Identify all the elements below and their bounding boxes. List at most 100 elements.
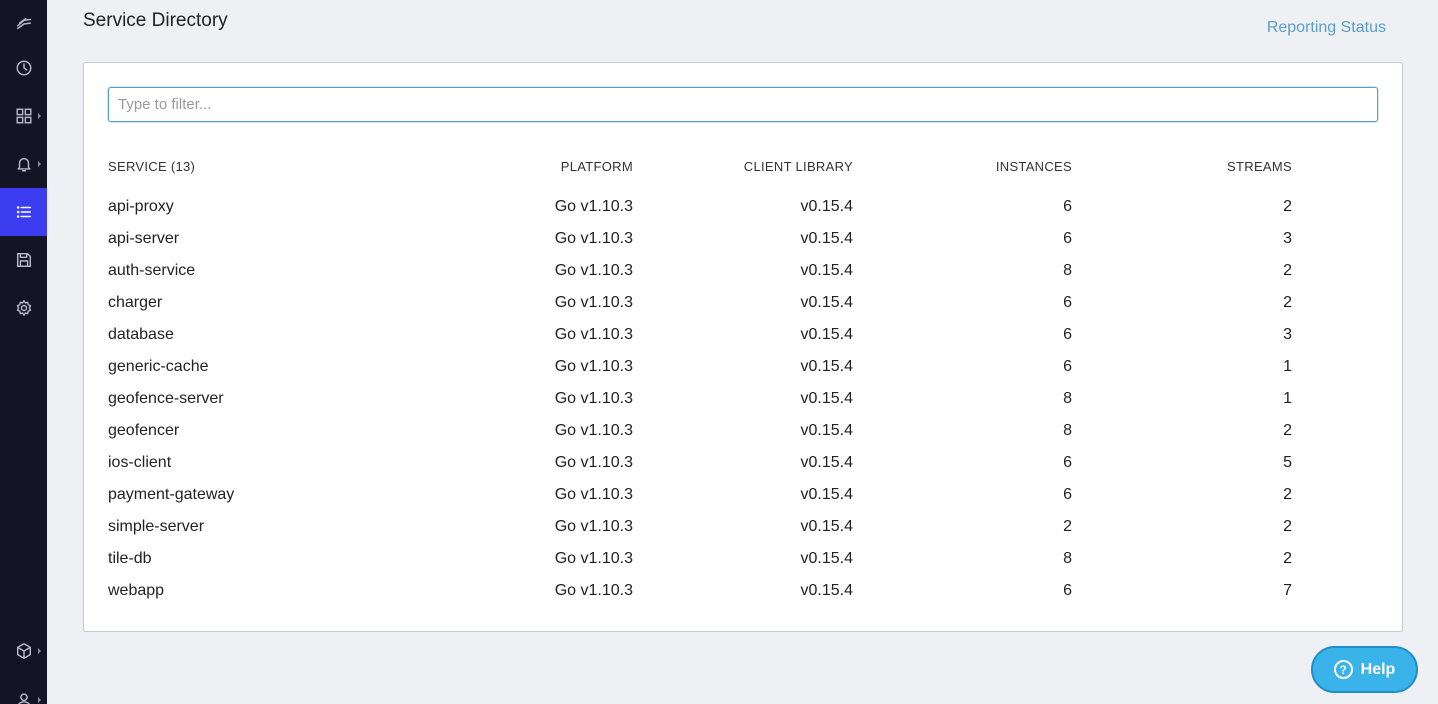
table-row[interactable]: database Go v1.10.3 v0.15.4 6 3 <box>108 319 1294 351</box>
instances-cell: 6 <box>1063 294 1072 311</box>
streams-cell: 5 <box>1283 454 1292 471</box>
platform-cell: Go v1.10.3 <box>554 422 633 439</box>
platform-cell: Go v1.10.3 <box>554 262 633 279</box>
client-library-cell: v0.15.4 <box>800 262 853 279</box>
filter-input[interactable] <box>108 87 1378 122</box>
platform-cell: Go v1.10.3 <box>554 454 633 471</box>
lightstep-logo-icon[interactable] <box>0 0 47 48</box>
platform-cell: Go v1.10.3 <box>554 550 633 567</box>
instances-cell: 6 <box>1063 582 1072 599</box>
client-library-cell: v0.15.4 <box>800 326 853 343</box>
platform-cell: Go v1.10.3 <box>554 326 633 343</box>
service-name-cell[interactable]: simple-server <box>108 511 408 543</box>
bell-icon[interactable] <box>0 140 47 188</box>
platform-cell: Go v1.10.3 <box>554 486 633 503</box>
service-name-cell[interactable]: geofence-server <box>108 383 408 415</box>
help-button[interactable]: ? Help <box>1311 646 1418 693</box>
streams-cell: 2 <box>1283 518 1292 535</box>
service-name-cell[interactable]: tile-db <box>108 543 408 575</box>
client-library-cell: v0.15.4 <box>800 550 853 567</box>
gear-icon[interactable] <box>0 284 47 332</box>
package-icon[interactable] <box>0 627 47 675</box>
column-header-platform[interactable]: PLATFORM <box>433 151 633 183</box>
column-header-streams[interactable]: STREAMS <box>1092 151 1292 183</box>
table-row[interactable]: webapp Go v1.10.3 v0.15.4 6 7 <box>108 575 1294 607</box>
streams-cell: 2 <box>1283 198 1292 215</box>
table-row[interactable]: geofence-server Go v1.10.3 v0.15.4 8 1 <box>108 383 1294 415</box>
reporting-status-link[interactable]: Reporting Status <box>1267 19 1386 37</box>
streams-cell: 1 <box>1283 390 1292 407</box>
client-library-cell: v0.15.4 <box>800 518 853 535</box>
column-header-instances[interactable]: INSTANCES <box>872 151 1072 183</box>
table-row[interactable]: api-server Go v1.10.3 v0.15.4 6 3 <box>108 223 1294 255</box>
sidebar <box>0 0 47 704</box>
instances-cell: 6 <box>1063 326 1072 343</box>
client-library-cell: v0.15.4 <box>800 486 853 503</box>
instances-cell: 6 <box>1063 198 1072 215</box>
service-name-cell[interactable]: ios-client <box>108 447 408 479</box>
instances-cell: 8 <box>1063 550 1072 567</box>
column-header-service[interactable]: SERVICE (13) <box>108 151 408 183</box>
streams-cell: 3 <box>1283 326 1292 343</box>
help-label: Help <box>1360 660 1396 678</box>
save-icon[interactable] <box>0 236 47 284</box>
platform-cell: Go v1.10.3 <box>554 518 633 535</box>
table-row[interactable]: geofencer Go v1.10.3 v0.15.4 8 2 <box>108 415 1294 447</box>
table-row[interactable]: charger Go v1.10.3 v0.15.4 6 2 <box>108 287 1294 319</box>
streams-cell: 2 <box>1283 550 1292 567</box>
platform-cell: Go v1.10.3 <box>554 198 633 215</box>
service-name-cell[interactable]: auth-service <box>108 255 408 287</box>
service-name-cell[interactable]: geofencer <box>108 415 408 447</box>
instances-cell: 6 <box>1063 358 1072 375</box>
service-name-cell[interactable]: payment-gateway <box>108 479 408 511</box>
table-row[interactable]: tile-db Go v1.10.3 v0.15.4 8 2 <box>108 543 1294 575</box>
submenu-caret-icon <box>38 161 41 167</box>
page-title: Service Directory <box>83 10 228 31</box>
table-header: SERVICE (13) PLATFORM CLIENT LIBRARY INS… <box>108 151 1294 183</box>
service-name-cell[interactable]: api-server <box>108 223 408 255</box>
clock-icon[interactable] <box>0 44 47 92</box>
client-library-cell: v0.15.4 <box>800 454 853 471</box>
table-row[interactable]: generic-cache Go v1.10.3 v0.15.4 6 1 <box>108 351 1294 383</box>
client-library-cell: v0.15.4 <box>800 390 853 407</box>
submenu-caret-icon <box>38 697 41 703</box>
question-circle-icon: ? <box>1333 660 1353 679</box>
table-row[interactable]: payment-gateway Go v1.10.3 v0.15.4 6 2 <box>108 479 1294 511</box>
client-library-cell: v0.15.4 <box>800 294 853 311</box>
streams-cell: 2 <box>1283 294 1292 311</box>
user-icon[interactable] <box>0 676 47 704</box>
instances-cell: 8 <box>1063 390 1072 407</box>
streams-cell: 1 <box>1283 358 1292 375</box>
instances-cell: 6 <box>1063 486 1072 503</box>
column-header-client-library[interactable]: CLIENT LIBRARY <box>653 151 853 183</box>
table-row[interactable]: auth-service Go v1.10.3 v0.15.4 8 2 <box>108 255 1294 287</box>
service-name-cell[interactable]: charger <box>108 287 408 319</box>
table-row[interactable]: simple-server Go v1.10.3 v0.15.4 2 2 <box>108 511 1294 543</box>
table-row[interactable]: api-proxy Go v1.10.3 v0.15.4 6 2 <box>108 191 1294 223</box>
streams-cell: 7 <box>1283 582 1292 599</box>
submenu-caret-icon <box>38 113 41 119</box>
instances-cell: 2 <box>1063 518 1072 535</box>
service-name-cell[interactable]: api-proxy <box>108 191 408 223</box>
streams-cell: 2 <box>1283 262 1292 279</box>
platform-cell: Go v1.10.3 <box>554 582 633 599</box>
table-row[interactable]: ios-client Go v1.10.3 v0.15.4 6 5 <box>108 447 1294 479</box>
service-name-cell[interactable]: webapp <box>108 575 408 607</box>
submenu-caret-icon <box>38 648 41 654</box>
service-name-cell[interactable]: database <box>108 319 408 351</box>
instances-cell: 6 <box>1063 454 1072 471</box>
streams-cell: 3 <box>1283 230 1292 247</box>
platform-cell: Go v1.10.3 <box>554 358 633 375</box>
dashboard-grid-icon[interactable] <box>0 92 47 140</box>
platform-cell: Go v1.10.3 <box>554 230 633 247</box>
list-icon[interactable] <box>0 188 47 236</box>
platform-cell: Go v1.10.3 <box>554 294 633 311</box>
client-library-cell: v0.15.4 <box>800 198 853 215</box>
instances-cell: 8 <box>1063 422 1072 439</box>
client-library-cell: v0.15.4 <box>800 422 853 439</box>
instances-cell: 8 <box>1063 262 1072 279</box>
client-library-cell: v0.15.4 <box>800 230 853 247</box>
service-directory-card: SERVICE (13) PLATFORM CLIENT LIBRARY INS… <box>83 62 1403 632</box>
platform-cell: Go v1.10.3 <box>554 390 633 407</box>
service-name-cell[interactable]: generic-cache <box>108 351 408 383</box>
